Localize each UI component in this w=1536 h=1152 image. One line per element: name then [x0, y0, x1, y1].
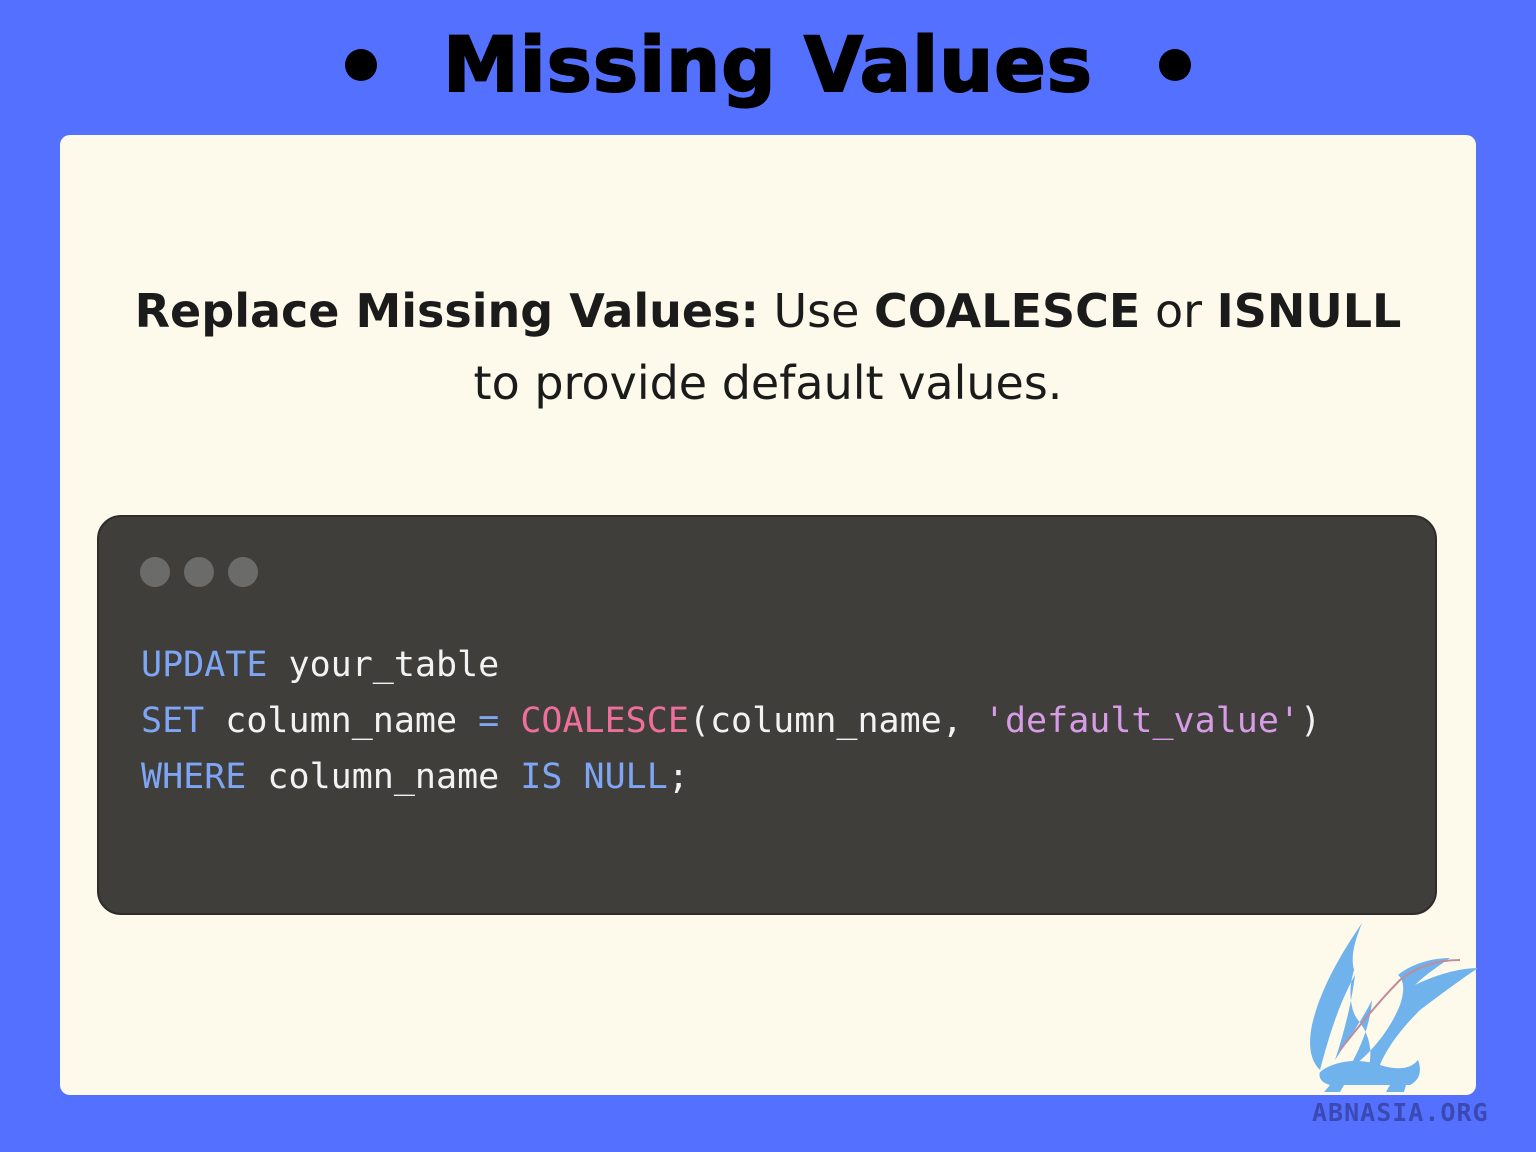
- code-token-kw: IS: [520, 757, 563, 797]
- description-isnull: ISNULL: [1216, 284, 1402, 338]
- bullet-right: [1159, 49, 1192, 81]
- window-dot-1: [140, 557, 170, 587]
- description-text-1: Use: [758, 284, 875, 338]
- description-lead: Replace Missing Values:: [134, 284, 759, 338]
- code-token-text: ;: [667, 757, 689, 797]
- title-row: Missing Values: [0, 10, 1536, 120]
- description-text-2: or: [1140, 284, 1217, 338]
- code-token-kw: SET: [141, 701, 205, 741]
- window-dot-2: [184, 557, 214, 587]
- code-token-text: ): [1299, 701, 1322, 741]
- code-token-text: column_name: [204, 701, 479, 741]
- code-token-kw: NULL: [583, 757, 668, 797]
- description-text-3: to provide default values.: [473, 356, 1063, 410]
- code-token-kw: =: [478, 701, 500, 741]
- code-window: UPDATE your_table SET column_name = COALE…: [97, 515, 1437, 915]
- code-token-text: column_name: [246, 757, 521, 797]
- code-token-text: (column_name,: [688, 701, 984, 741]
- description-coalesce: COALESCE: [874, 284, 1141, 338]
- window-controls: [140, 557, 258, 587]
- code-token-fn: COALESCE: [520, 701, 689, 741]
- code-token-kw: UPDATE: [141, 645, 268, 685]
- content-card: Replace Missing Values: Use COALESCE or …: [60, 135, 1476, 1095]
- code-line: UPDATE your_table: [141, 637, 1321, 693]
- code-line: WHERE column_name IS NULL;: [141, 749, 1321, 805]
- window-dot-3: [228, 557, 258, 587]
- code-line: SET column_name = COALESCE(column_name, …: [141, 693, 1321, 749]
- code-token-kw: WHERE: [141, 757, 247, 797]
- code-token-text: your_table: [267, 645, 500, 685]
- description: Replace Missing Values: Use COALESCE or …: [60, 275, 1476, 419]
- site-watermark: ABNASIA.ORG: [1312, 1098, 1489, 1127]
- griffin-logo-icon: [1310, 923, 1478, 1092]
- page-title: Missing Values: [442, 20, 1094, 109]
- bullet-left: [344, 49, 377, 81]
- code-token-str: 'default_value': [983, 701, 1300, 741]
- code-block: UPDATE your_table SET column_name = COALE…: [141, 637, 1321, 805]
